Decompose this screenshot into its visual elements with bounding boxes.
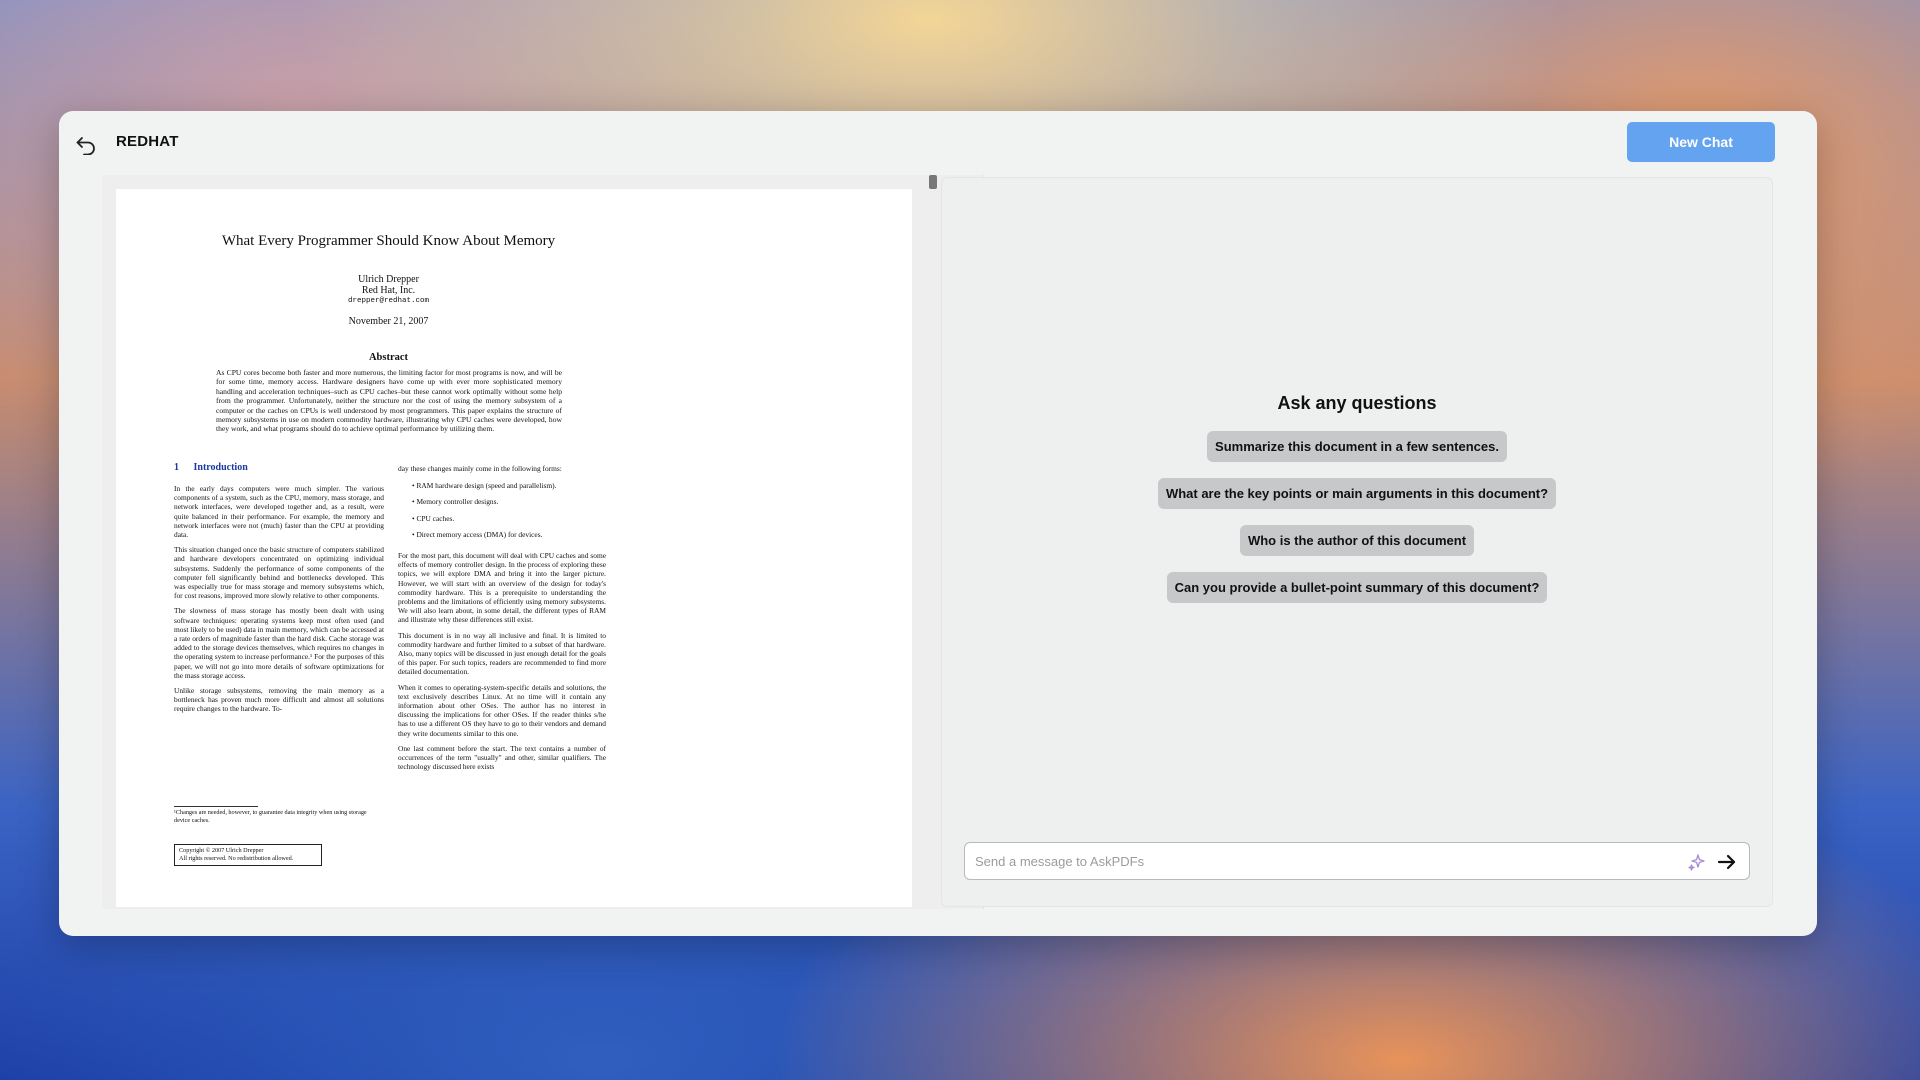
suggestion-key-points[interactable]: What are the key points or main argument… <box>1157 478 1557 509</box>
chat-panel: Ask any questions Summarize this documen… <box>941 177 1773 907</box>
author-block: Ulrich Drepper Red Hat, Inc. drepper@red… <box>116 274 661 307</box>
send-button[interactable] <box>1715 850 1739 874</box>
paragraph: The slowness of mass storage has mostly … <box>174 606 384 680</box>
copyright-line: All rights reserved. No redistribution a… <box>179 855 294 862</box>
send-arrow-icon <box>1717 854 1736 870</box>
suggestion-list: Summarize this document in a few sentenc… <box>942 431 1772 619</box>
paragraph: This document is in no way all inclusive… <box>398 630 606 677</box>
suggestion-summarize[interactable]: Summarize this document in a few sentenc… <box>1207 431 1507 462</box>
section-number: 1 <box>174 462 179 473</box>
footnote: ¹Changes are needed, however, to guarant… <box>174 809 367 824</box>
bullet-list: RAM hardware design (speed and paralleli… <box>412 481 606 539</box>
paragraph: One last comment before the start. The t… <box>398 743 606 772</box>
sparkle-icon <box>1688 854 1705 871</box>
suggestion-author[interactable]: Who is the author of this document <box>1239 525 1475 556</box>
bullet-item: Direct memory access (DMA) for devices. <box>412 530 606 539</box>
app-window: REDHAT New Chat What Every Programmer Sh… <box>59 111 1817 936</box>
chat-heading: Ask any questions <box>1277 393 1437 413</box>
pdf-viewer[interactable]: What Every Programmer Should Know About … <box>102 175 984 909</box>
new-chat-button[interactable]: New Chat <box>1627 122 1775 162</box>
paragraph: When it comes to operating-system-specif… <box>398 682 606 738</box>
footnote-divider <box>174 806 258 807</box>
bullet-item: RAM hardware design (speed and paralleli… <box>412 481 606 490</box>
message-input[interactable] <box>965 843 1665 879</box>
paper-title: What Every Programmer Should Know About … <box>221 233 556 249</box>
right-column: day these changes mainly come in the fol… <box>398 464 606 777</box>
suggestion-bullet-summary[interactable]: Can you provide a bullet-point summary o… <box>1166 572 1548 603</box>
pdf-page: What Every Programmer Should Know About … <box>116 189 912 907</box>
copyright-line: Copyright © 2007 Ulrich Drepper <box>179 847 264 854</box>
sparkle-button[interactable] <box>1687 852 1707 872</box>
message-input-container <box>964 842 1750 880</box>
author-email: drepper@redhat.com <box>347 297 429 305</box>
paper-date: November 21, 2007 <box>348 316 429 327</box>
author-org: Red Hat, Inc. <box>361 285 416 296</box>
paragraph: Unlike storage subsystems, removing the … <box>174 686 384 714</box>
copyright-box: Copyright © 2007 Ulrich Drepper All righ… <box>174 844 322 866</box>
paragraph: In the early days computers were much si… <box>174 484 384 540</box>
abstract-text: As CPU cores become both faster and more… <box>216 368 562 434</box>
section-heading: 1 Introduction <box>174 462 248 473</box>
bullet-item: Memory controller designs. <box>412 497 606 506</box>
left-column: In the early days computers were much si… <box>174 484 384 720</box>
pdf-scrollbar-thumb[interactable] <box>929 175 937 189</box>
back-button[interactable] <box>71 131 101 159</box>
back-arrow-icon <box>76 137 95 155</box>
paragraph: For the most part, this document will de… <box>398 551 606 625</box>
bullet-item: CPU caches. <box>412 514 606 523</box>
abstract-heading: Abstract <box>368 352 409 363</box>
author-name: Ulrich Drepper <box>358 274 419 285</box>
paragraph: This situation changed once the basic st… <box>174 545 384 601</box>
top-bar: REDHAT New Chat <box>59 111 1817 175</box>
section-title: Introduction <box>193 462 248 473</box>
document-title: REDHAT <box>116 133 179 150</box>
paragraph: day these changes mainly come in the fol… <box>398 464 562 473</box>
